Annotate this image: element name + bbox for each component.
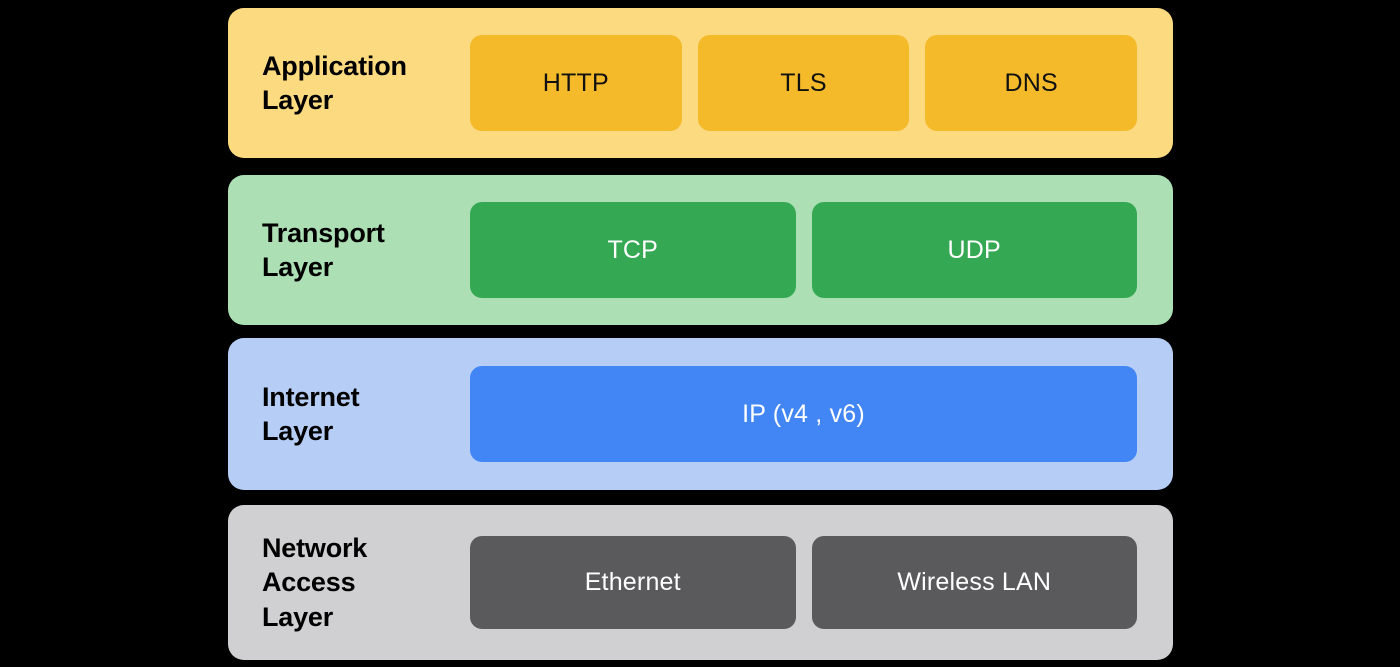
protocol-box-udp[interactable]: UDP xyxy=(811,202,1137,298)
layer-title-network-access: Network Access Layer xyxy=(262,533,368,632)
protocol-row-network-access: Ethernet Wireless LAN xyxy=(470,536,1137,629)
protocol-stack-diagram: Application Layer HTTP TLS DNS Transport… xyxy=(0,0,1400,667)
protocol-box-ethernet[interactable]: Ethernet xyxy=(470,536,796,629)
protocol-box-wireless-lan[interactable]: Wireless LAN xyxy=(811,536,1137,629)
protocol-box-tls[interactable]: TLS xyxy=(697,35,910,131)
protocol-box-dns[interactable]: DNS xyxy=(925,35,1138,131)
layer-title-transport: Transport Layer xyxy=(262,217,385,282)
layer-band-internet: Internet Layer IP (v4 , v6) xyxy=(228,338,1173,490)
layer-band-transport: Transport Layer TCP UDP xyxy=(228,175,1173,325)
protocol-box-ip[interactable]: IP (v4 , v6) xyxy=(470,366,1137,462)
protocol-box-tcp[interactable]: TCP xyxy=(470,202,796,298)
layer-title-internet: Internet Layer xyxy=(262,381,360,446)
protocol-row-transport: TCP UDP xyxy=(470,202,1137,298)
protocol-box-http[interactable]: HTTP xyxy=(470,35,682,131)
layer-band-network-access: Network Access Layer Ethernet Wireless L… xyxy=(228,505,1173,660)
layer-band-application: Application Layer HTTP TLS DNS xyxy=(228,8,1173,158)
protocol-row-application: HTTP TLS DNS xyxy=(470,35,1138,131)
protocol-row-internet: IP (v4 , v6) xyxy=(470,366,1137,462)
layer-title-application: Application Layer xyxy=(262,50,407,115)
